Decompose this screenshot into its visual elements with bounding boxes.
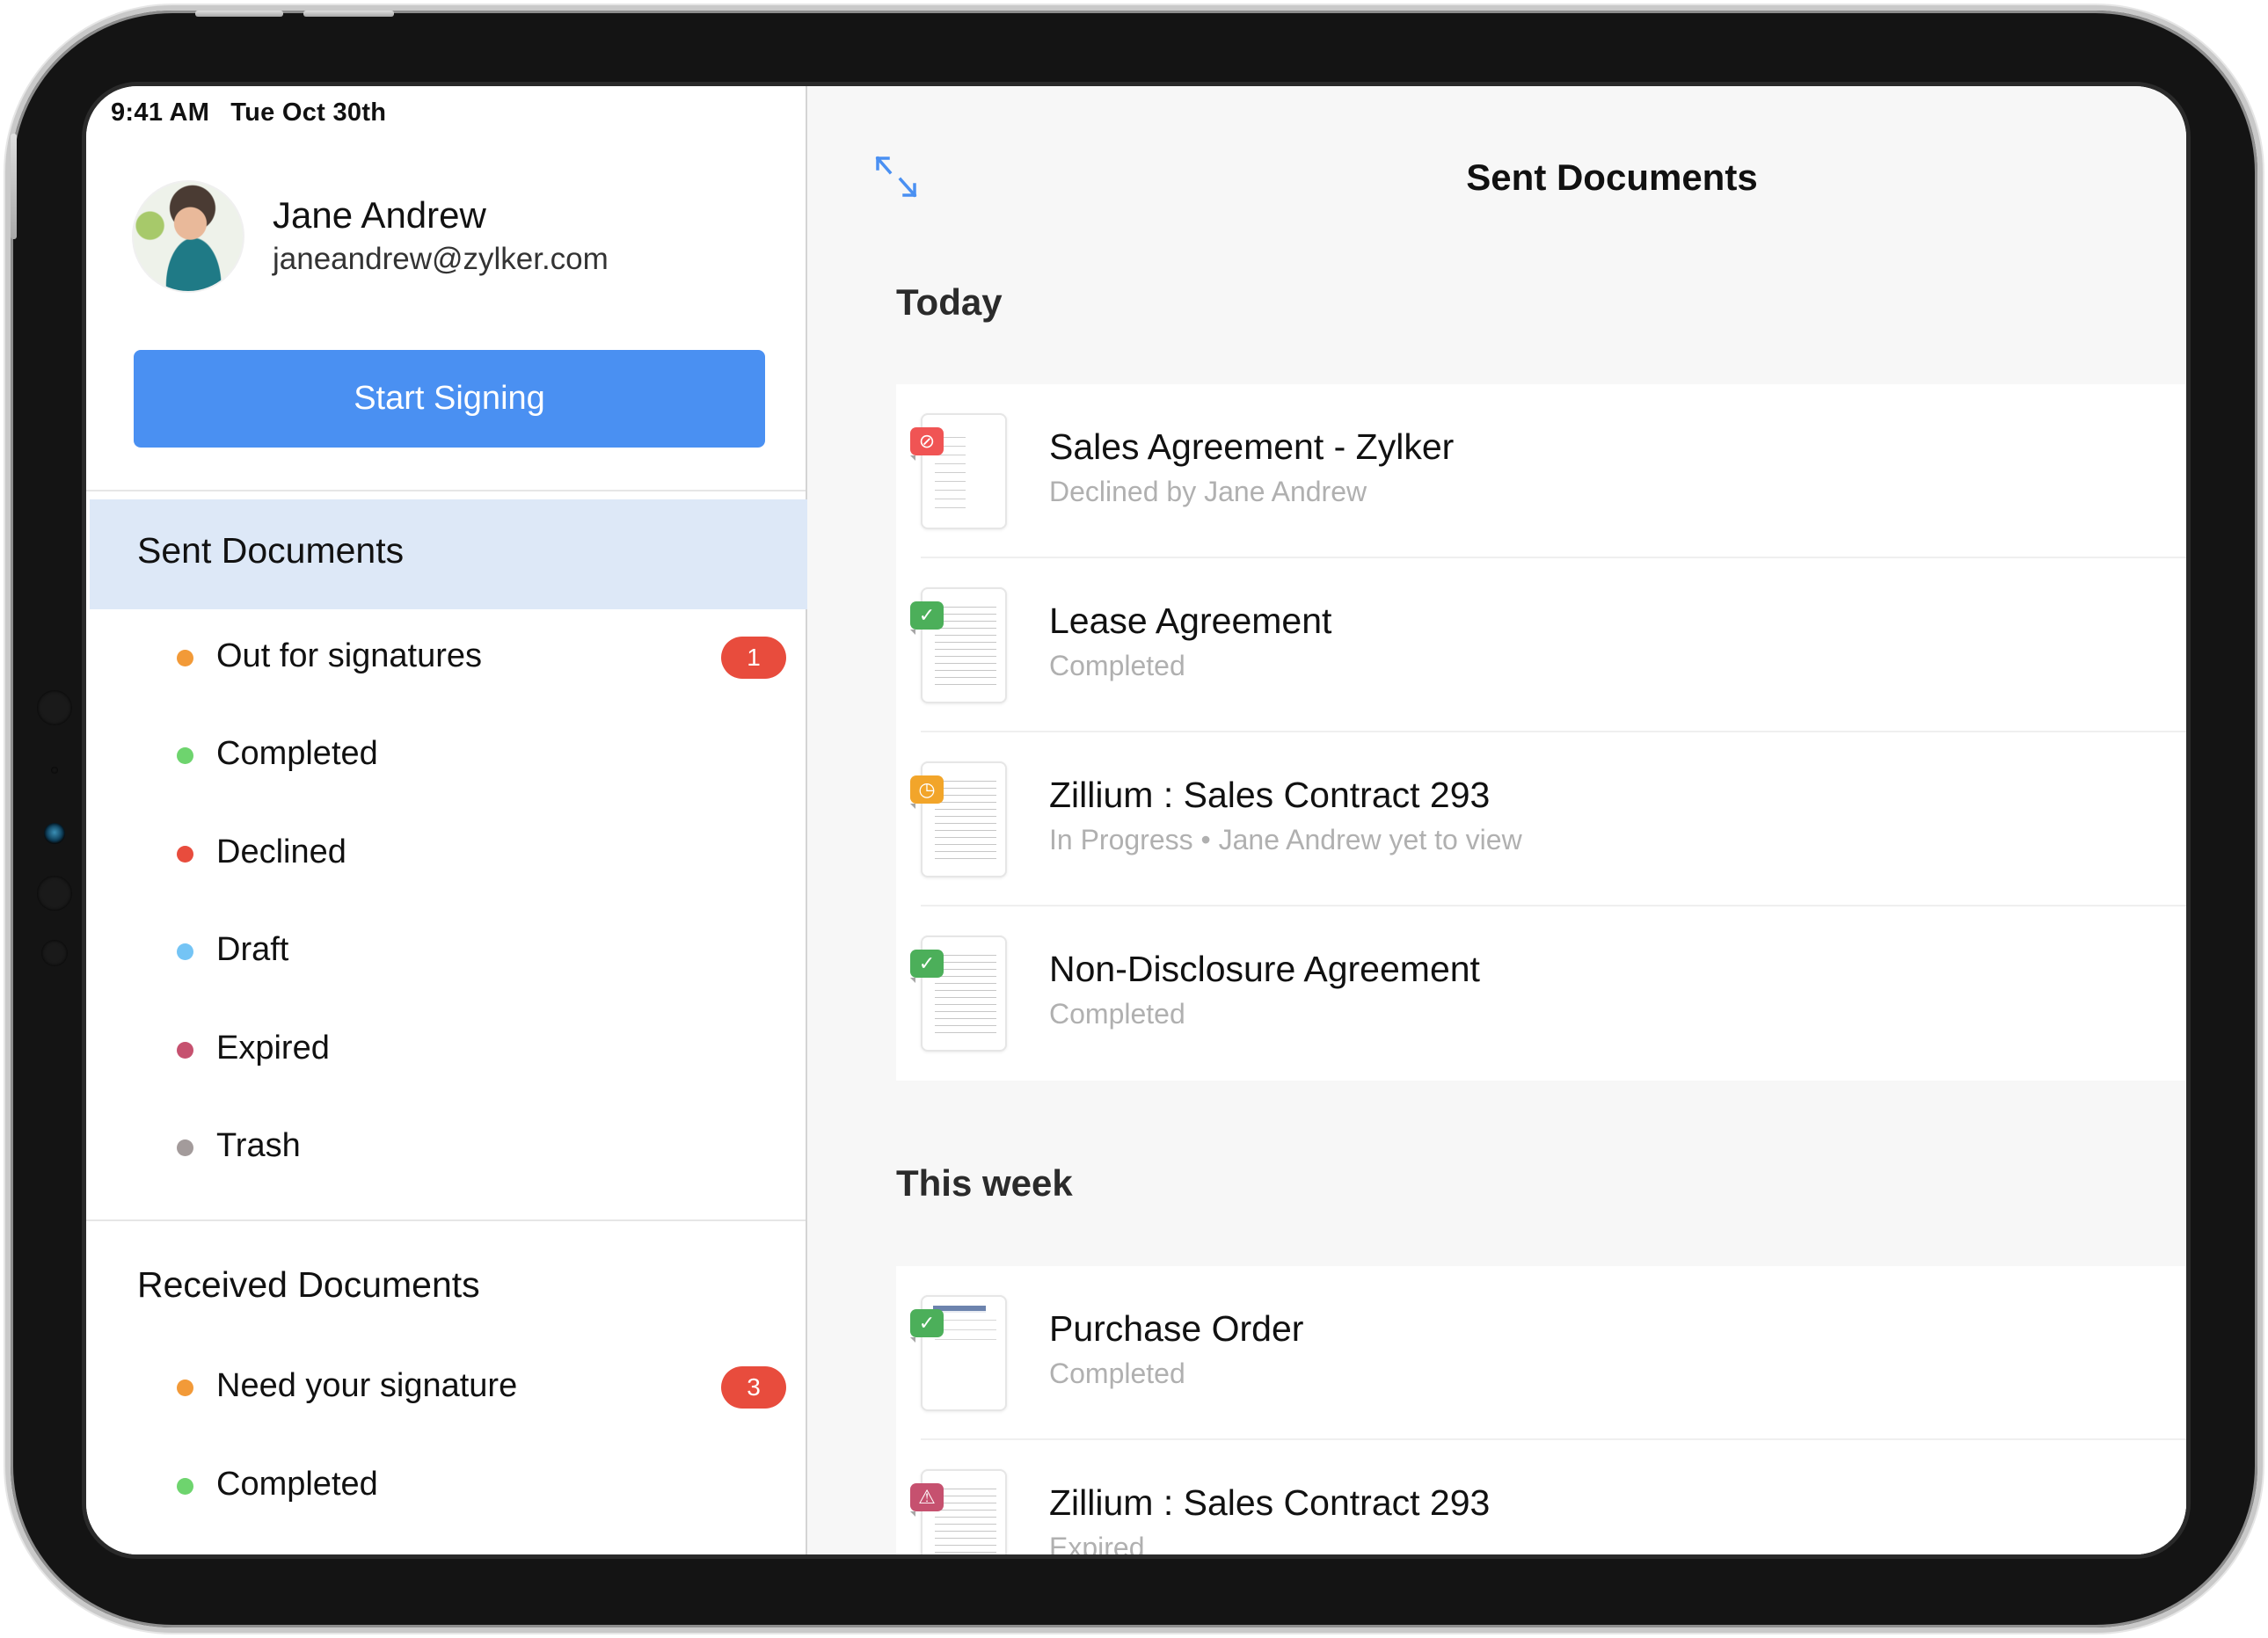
sidebar-item-out-for-signatures[interactable]: Out for signatures 1 [86,614,807,702]
sidebar-item-completed[interactable]: Completed [86,711,807,799]
document-title: Zillium : Sales Contract 293 [1049,1482,1491,1523]
document-title: Sales Agreement - Zylker [1049,426,1455,467]
sidebar-item-label: Completed [216,1466,378,1503]
document-title: Purchase Order [1049,1308,1304,1349]
document-list: ⊘ Sales Agreement - Zylker Declined by Jan… [896,384,2186,1081]
divider [86,1219,806,1221]
thumbnail-text-lines [935,777,996,862]
avatar[interactable] [132,180,244,293]
main-pane: Sent Documents Today ⊘ Sales Agreement - Z… [809,86,2186,1554]
count-badge: 1 [721,637,786,679]
declined-status-icon: ⊘ [910,427,944,461]
thumbnail-text-lines [935,1485,996,1554]
document-row[interactable]: ✓ Lease Agreement Completed [896,558,2186,732]
sidebar-item-draft[interactable]: Draft [86,907,807,995]
document-row[interactable]: ◷ Zillium : Sales Contract 293 In Progress… [896,732,2186,906]
thumbnail-text-lines [935,603,996,688]
profile-email: janeandrew@zylker.com [273,242,609,276]
document-status-text: Completed [1049,650,1185,681]
sidebar-item-label: Expired [216,1029,330,1067]
group-heading: This week [896,1162,1073,1204]
sidebar-item-trash[interactable]: Trash [86,1103,807,1191]
thumbnail-text-lines [935,1311,996,1348]
user-profile[interactable]: Jane Andrew janeandrew@zylker.com [132,180,783,295]
sidebar-item-expired[interactable]: Expired [86,1006,807,1094]
sidebar: 9:41 AM Tue Oct 30th Jane Andrew janeandr… [86,86,807,1554]
status-dot-icon [177,650,193,666]
document-status-text: Declined by Jane Andrew [1049,476,1367,507]
volume-up-button [195,11,283,17]
in-progress-status-icon: ◷ [910,775,944,809]
sidebar-item-label: Need your signature [216,1367,518,1404]
expired-status-icon: ⚠ [910,1483,944,1517]
sidebar-item-label: Declined [216,833,346,870]
completed-status-icon: ✓ [910,1309,944,1343]
document-row[interactable]: ✓ Non-Disclosure Agreement Completed [896,906,2186,1081]
status-dot-icon [177,1478,193,1495]
divider [86,490,806,491]
document-thumbnail [921,1469,1007,1554]
document-title: Lease Agreement [1049,601,1332,641]
sidebar-item-completed[interactable]: Completed [86,1442,807,1530]
document-list: ✓ Purchase Order Completed ⚠ Zillium : Sales… [896,1266,2186,1554]
group-heading: Today [896,281,1003,323]
page-title: Sent Documents [1466,157,1758,198]
status-bar: 9:41 AM Tue Oct 30th [111,98,407,127]
sidebar-item-need-your-signature[interactable]: Need your signature 3 [86,1343,807,1431]
status-dot-icon [177,1041,193,1059]
power-button [11,134,17,239]
document-title: Zillium : Sales Contract 293 [1049,775,1491,815]
count-badge: 3 [721,1366,786,1409]
microphone [41,940,68,966]
document-row[interactable]: ✓ Purchase Order Completed [896,1266,2186,1440]
status-date: Tue Oct 30th [230,98,387,127]
received-documents-heading[interactable]: Received Documents [137,1264,480,1306]
document-status-text: Completed [1049,998,1185,1030]
front-camera [44,823,65,844]
volume-down-button [303,11,394,17]
completed-status-icon: ✓ [910,950,944,983]
profile-name: Jane Andrew [273,194,486,236]
document-status-text: Completed [1049,1358,1185,1389]
sidebar-item-label: Completed [216,735,378,773]
sent-documents-heading[interactable]: Sent Documents [137,530,404,571]
speaker-grille [37,876,72,911]
status-dot-icon [177,943,193,961]
status-dot-icon [177,747,193,765]
document-status-text: Expired [1049,1532,1145,1554]
status-dot-icon [177,1139,193,1156]
status-dot-icon [177,1380,193,1396]
screen: 9:41 AM Tue Oct 30th Jane Andrew janeandr… [86,86,2186,1554]
sidebar-item-label: Draft [216,931,289,969]
sidebar-item-declined[interactable]: Declined [86,810,807,898]
status-dot-icon [177,845,193,863]
document-status-text: In Progress • Jane Andrew yet to view [1049,824,1522,855]
document-row[interactable]: ⚠ Zillium : Sales Contract 293 Expired [896,1440,2186,1554]
document-title: Non-Disclosure Agreement [1049,949,1480,989]
start-signing-button[interactable]: Start Signing [134,350,765,448]
sidebar-item-label: Out for signatures [216,637,483,674]
sidebar-item-label: Trash [216,1127,301,1164]
ambient-sensor [51,767,58,774]
status-time: 9:41 AM [111,98,210,127]
speaker-grille [37,690,72,725]
thumbnail-text-lines [935,951,996,1036]
document-row[interactable]: ⊘ Sales Agreement - Zylker Declined by Jan… [896,384,2186,558]
completed-status-icon: ✓ [910,601,944,635]
